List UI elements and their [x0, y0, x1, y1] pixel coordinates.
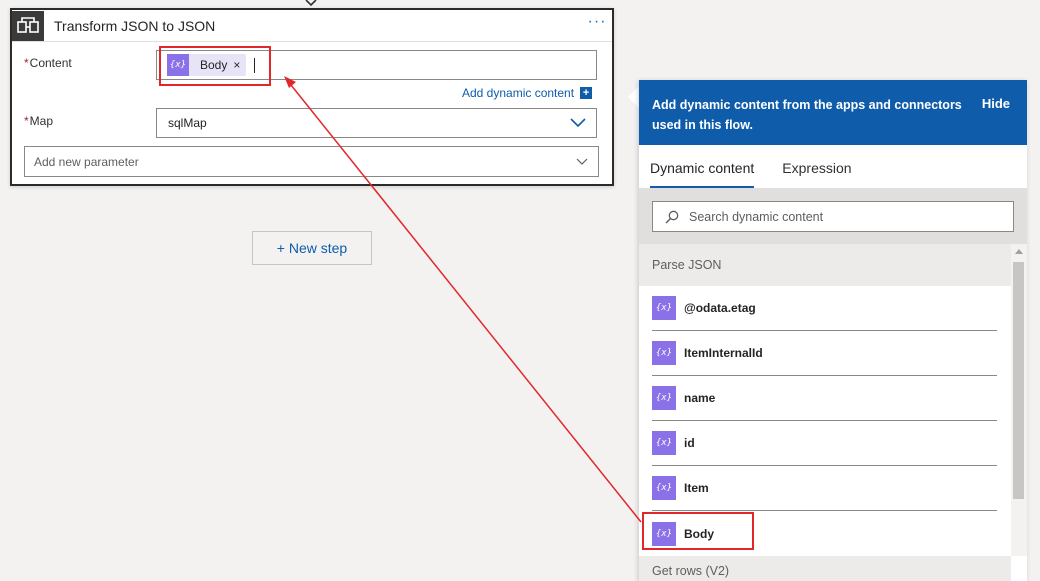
list-item-label: Body	[684, 526, 714, 541]
list-item-label: id	[684, 436, 695, 450]
panel-pointer	[628, 86, 639, 108]
expression-icon: {x}	[652, 341, 676, 365]
add-dynamic-content-label: Add dynamic content	[462, 86, 575, 100]
expression-icon: {x}	[652, 296, 676, 320]
add-dynamic-content-link[interactable]: Add dynamic content +	[462, 86, 593, 100]
scrollbar[interactable]	[1011, 244, 1027, 556]
map-selected-value: sqlMap	[168, 116, 207, 130]
list-item-label: name	[684, 391, 716, 405]
search-icon	[665, 210, 679, 223]
dynamic-content-list: Parse JSON {x} @odata.etag {x} ItemInter…	[639, 244, 1027, 581]
transform-icon	[12, 10, 44, 41]
list-item-odata-etag[interactable]: {x} @odata.etag	[652, 286, 997, 331]
card-header[interactable]: Transform JSON to JSON ···	[12, 10, 612, 42]
text-caret	[254, 57, 256, 73]
list-item-body[interactable]: {x} Body	[652, 511, 997, 556]
transform-json-action-card: Transform JSON to JSON ··· *Content {x} …	[10, 8, 614, 186]
section-header-parse-json: Parse JSON	[639, 244, 1011, 286]
expression-icon: {x}	[652, 476, 676, 500]
tab-expression[interactable]: Expression	[782, 160, 851, 188]
content-label: Content	[29, 56, 72, 70]
panel-header: Add dynamic content from the apps and co…	[639, 80, 1027, 145]
map-field-row: *Map sqlMap	[24, 108, 597, 138]
expression-icon: {x}	[652, 386, 676, 410]
new-step-button[interactable]: + New step	[252, 231, 372, 265]
parse-json-items: {x} @odata.etag {x} ItemInternalId {x} n…	[639, 286, 1027, 556]
add-parameter-placeholder: Add new parameter	[34, 154, 139, 169]
content-input[interactable]: {x} Body ×	[156, 50, 597, 80]
dynamic-content-panel: Add dynamic content from the apps and co…	[639, 80, 1027, 581]
required-marker: *	[24, 114, 29, 128]
list-item-id[interactable]: {x} id	[652, 421, 997, 466]
required-marker: *	[24, 56, 29, 70]
add-icon: +	[580, 87, 593, 99]
list-item-label: Item	[684, 481, 709, 495]
add-new-parameter-dropdown[interactable]: Add new parameter	[24, 146, 599, 177]
list-item-name[interactable]: {x} name	[652, 376, 997, 421]
more-options-icon[interactable]: ···	[582, 13, 612, 35]
card-title: Transform JSON to JSON	[54, 17, 216, 34]
section-header-get-rows: Get rows (V2)	[639, 556, 1011, 581]
body-token[interactable]: {x} Body ×	[167, 54, 247, 76]
list-item-item-internal-id[interactable]: {x} ItemInternalId	[652, 331, 997, 376]
search-input[interactable]	[689, 209, 1013, 224]
map-select[interactable]: sqlMap	[156, 108, 597, 138]
search-area	[639, 188, 1027, 244]
search-box[interactable]	[652, 201, 1014, 232]
map-label: Map	[29, 114, 54, 128]
expression-icon: {x}	[652, 431, 676, 455]
connector-arrow-icon	[305, 0, 317, 7]
list-item-item[interactable]: {x} Item	[652, 466, 997, 511]
panel-tabs: Dynamic content Expression	[639, 145, 1027, 188]
chevron-down-icon	[570, 118, 586, 128]
content-field-row: *Content {x} Body ×	[24, 50, 597, 80]
list-item-label: @odata.etag	[684, 301, 756, 315]
tab-dynamic-content[interactable]: Dynamic content	[650, 160, 755, 188]
token-label: Body	[200, 58, 228, 72]
remove-token-icon[interactable]: ×	[233, 58, 240, 72]
hide-panel-button[interactable]: Hide	[982, 96, 1010, 111]
panel-header-message: Add dynamic content from the apps and co…	[652, 98, 962, 132]
list-item-label: ItemInternalId	[684, 346, 763, 360]
scrollbar-thumb[interactable]	[1013, 262, 1024, 499]
expression-icon: {x}	[167, 54, 189, 76]
expression-icon: {x}	[652, 521, 676, 546]
scroll-up-icon[interactable]	[1015, 249, 1023, 254]
chevron-down-icon	[576, 158, 588, 165]
